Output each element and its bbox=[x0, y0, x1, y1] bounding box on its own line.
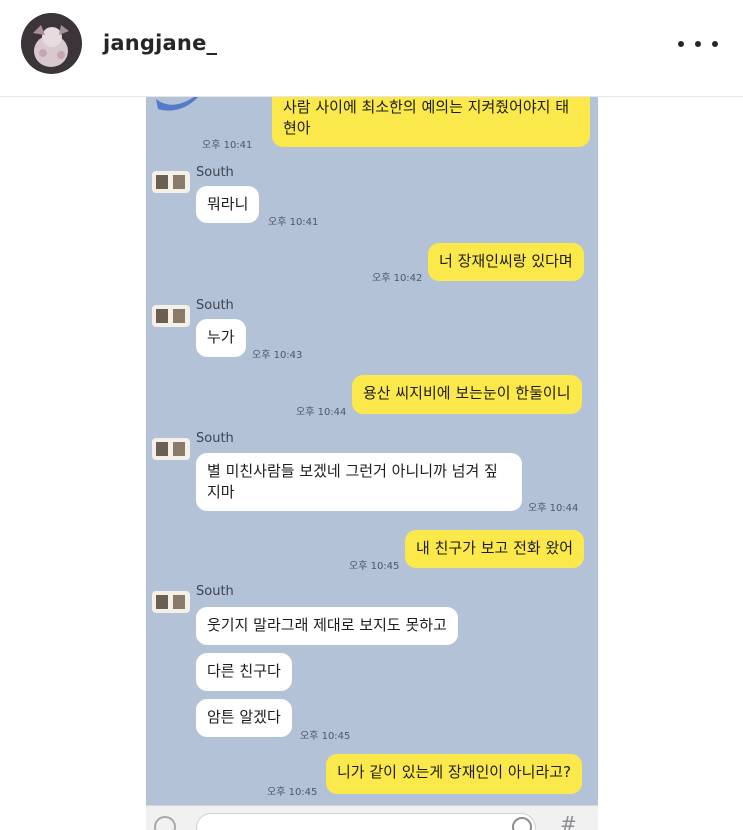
message-time: 오후 10:44 bbox=[296, 407, 347, 418]
more-options-icon[interactable] bbox=[678, 34, 718, 54]
message-bubble-mine: 용산 씨지비에 보는눈이 한둘이니 bbox=[352, 375, 582, 414]
message-text: 현아 bbox=[283, 119, 311, 137]
emoji-icon[interactable] bbox=[512, 817, 532, 830]
chat-input-bar: # bbox=[146, 805, 598, 830]
message-bubble-mine: 내 친구가 보고 전화 왔어 bbox=[405, 530, 585, 568]
message-bubble-theirs: 암튼 알겠다 bbox=[196, 699, 292, 737]
sender-name: South bbox=[196, 584, 234, 599]
message-text: 별 미친사람들 보겠네 그런거 아니니까 넘겨 짚 bbox=[207, 462, 498, 480]
hashtag-icon[interactable]: # bbox=[560, 812, 577, 830]
message-time: 오후 10:42 bbox=[372, 273, 423, 284]
message-bubble-theirs: 별 미친사람들 보겠네 그런거 아니니까 넘겨 짚 지마 bbox=[196, 453, 522, 511]
message-time: 오후 10:41 bbox=[202, 140, 253, 151]
message-bubble-theirs: 누가 bbox=[196, 319, 246, 357]
message-bubble-theirs: 뭐라니 bbox=[196, 186, 260, 223]
avatar[interactable] bbox=[21, 13, 82, 74]
scribble-mark bbox=[156, 97, 198, 111]
message-time: 오후 10:41 bbox=[268, 217, 319, 228]
plus-icon[interactable] bbox=[154, 816, 176, 830]
avatar-image bbox=[21, 13, 81, 73]
chat-screenshot: 사람 사이에 최소한의 예의는 지켜줬어야지 태 현아 오후 10:41 Sou… bbox=[146, 97, 598, 830]
sender-avatar[interactable] bbox=[152, 305, 190, 327]
sender-avatar[interactable] bbox=[152, 171, 190, 193]
message-time: 오후 10:45 bbox=[349, 561, 400, 572]
message-time: 오후 10:45 bbox=[267, 787, 318, 798]
sender-avatar[interactable] bbox=[152, 438, 190, 460]
username-link[interactable]: jangjane_ bbox=[103, 31, 217, 55]
message-bubble-mine: 니가 같이 있는게 장재인이 아니라고? bbox=[326, 754, 583, 794]
message-time: 오후 10:43 bbox=[252, 350, 303, 361]
sender-name: South bbox=[196, 165, 234, 180]
message-input[interactable] bbox=[196, 813, 536, 830]
message-time: 오후 10:44 bbox=[528, 503, 579, 514]
message-bubble-mine: 너 장재인씨랑 있다며 bbox=[428, 243, 584, 281]
message-text: 사람 사이에 최소한의 예의는 지켜줬어야지 태 bbox=[283, 98, 570, 116]
sender-name: South bbox=[196, 298, 234, 313]
sender-name: South bbox=[196, 431, 234, 446]
message-text: 지마 bbox=[207, 483, 235, 501]
message-bubble-theirs: 웃기지 말라그래 제대로 보지도 못하고 bbox=[196, 607, 458, 645]
message-time: 오후 10:45 bbox=[300, 731, 351, 742]
message-bubble-theirs: 다른 친구다 bbox=[196, 653, 292, 691]
post-header: jangjane_ bbox=[0, 0, 743, 97]
sender-avatar[interactable] bbox=[152, 591, 190, 613]
message-bubble-mine: 사람 사이에 최소한의 예의는 지켜줬어야지 태 현아 bbox=[272, 97, 590, 147]
